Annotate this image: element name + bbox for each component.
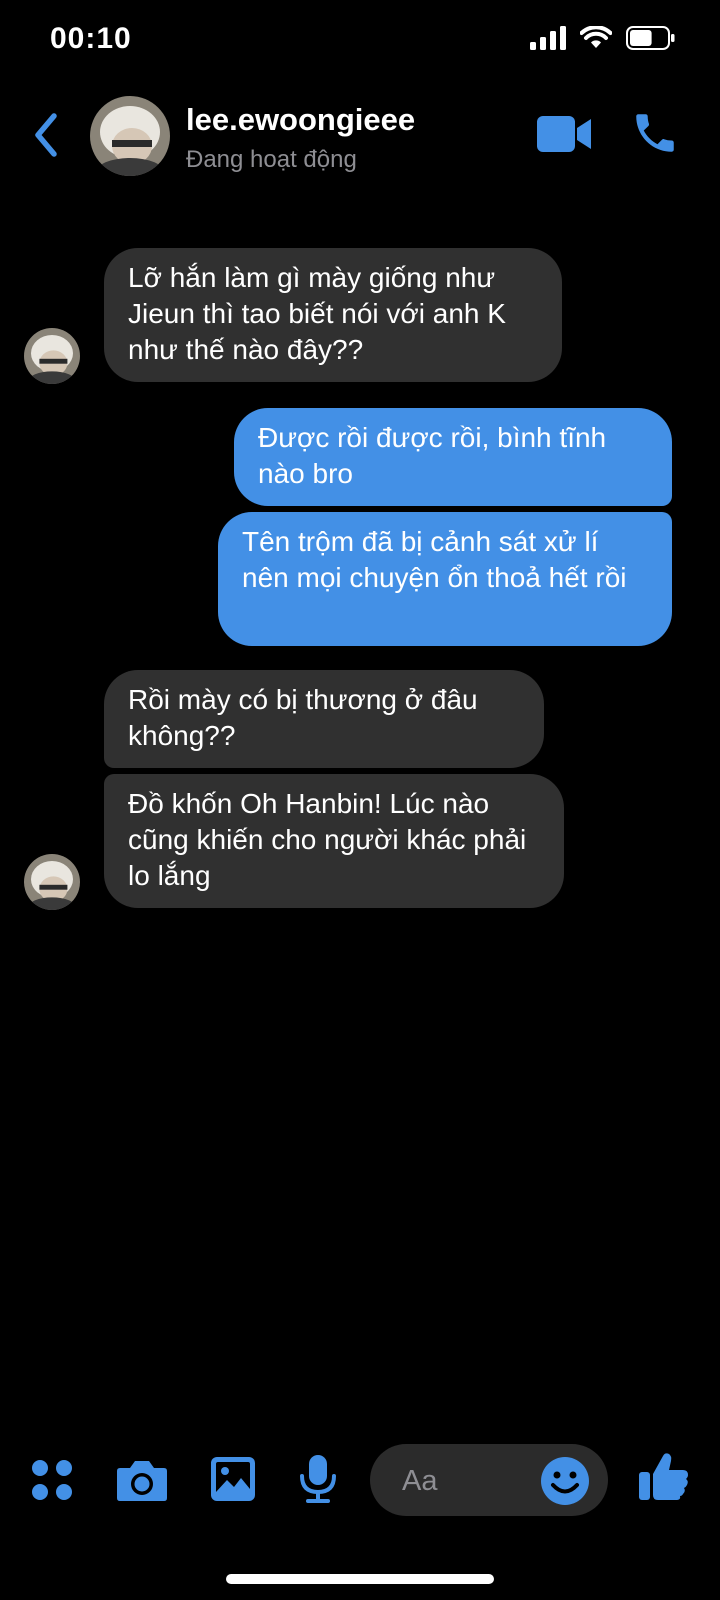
avatar-image [90, 96, 170, 176]
home-indicator[interactable] [226, 1574, 494, 1584]
thumbs-up-icon [639, 1453, 688, 1500]
emoji-button[interactable] [540, 1456, 590, 1506]
contact-name[interactable]: lee.ewoongieee [186, 102, 415, 138]
avatar-image [24, 854, 80, 910]
avatar[interactable] [90, 96, 170, 176]
conversation-header: lee.ewoongieee Đang hoạt động [0, 90, 720, 180]
chevron-left-icon [35, 113, 57, 157]
video-camera-icon [537, 116, 591, 152]
gallery-button[interactable] [210, 1456, 256, 1507]
status-time: 00:10 [50, 22, 132, 55]
like-button[interactable] [638, 1450, 690, 1507]
smiley-face-icon [541, 1457, 589, 1505]
camera-button[interactable] [116, 1458, 168, 1507]
message-bubble-incoming[interactable]: Rồi mày có bị thương ở đâu không?? [104, 670, 544, 768]
message-input[interactable] [400, 1460, 544, 1502]
contact-status: Đang hoạt động [186, 146, 357, 173]
wifi-icon [580, 26, 612, 48]
message-bubble-outgoing[interactable]: Được rồi được rồi, bình tĩnh nào bro [234, 408, 672, 506]
video-call-button[interactable] [537, 114, 593, 154]
status-icons [530, 26, 676, 50]
avatar-image [24, 328, 80, 384]
message-composer [0, 1430, 720, 1520]
phone-call-button[interactable] [630, 108, 680, 158]
image-icon [211, 1457, 255, 1501]
camera-icon [117, 1461, 167, 1501]
battery-icon [626, 26, 675, 50]
back-button[interactable] [28, 110, 68, 160]
signal-icon [530, 26, 566, 50]
voice-message-button[interactable] [298, 1454, 338, 1509]
more-actions-button[interactable] [30, 1458, 74, 1507]
microphone-icon [300, 1455, 336, 1503]
status-bar: 00:10 [0, 0, 720, 80]
message-avatar[interactable] [24, 328, 80, 384]
message-bubble-incoming[interactable]: Lỡ hắn làm gì mày giống như Jieun thì ta… [104, 248, 562, 382]
message-avatar[interactable] [24, 854, 80, 910]
phone-icon [636, 114, 674, 152]
message-input-field[interactable] [370, 1444, 608, 1516]
message-bubble-outgoing[interactable]: Tên trộm đã bị cảnh sát xử lí nên mọi ch… [218, 512, 672, 646]
message-bubble-incoming[interactable]: Đồ khốn Oh Hanbin! Lúc nào cũng khiến ch… [104, 774, 564, 908]
grid-dots-icon [32, 1460, 72, 1500]
